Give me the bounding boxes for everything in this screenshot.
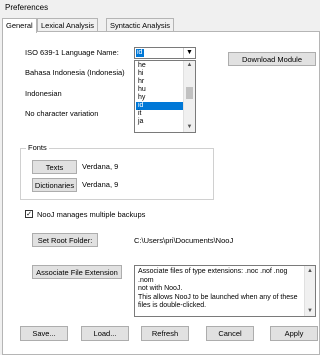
scroll-down-icon[interactable]: ▼	[305, 307, 315, 316]
description-line: files is double-clicked.	[138, 302, 207, 309]
scrollbar-thumb[interactable]	[186, 87, 193, 99]
language-name-label: ISO 639-1 Language Name:	[25, 48, 119, 57]
save-button[interactable]: Save...	[20, 326, 68, 341]
language-option-ja[interactable]: ja	[136, 118, 185, 126]
language-option-hu[interactable]: hu	[136, 86, 185, 94]
texts-font-button[interactable]: Texts	[32, 160, 77, 174]
description-scrollbar[interactable]: ▲ ▼	[304, 266, 315, 316]
multiple-backups-checkbox[interactable]: ✓	[25, 210, 33, 218]
dictionaries-font-value: Verdana, 9	[82, 180, 119, 189]
fonts-group-label: Fonts	[26, 143, 49, 152]
language-option-hy[interactable]: hy	[136, 94, 185, 102]
chevron-down-icon[interactable]: ▼	[183, 48, 195, 58]
scroll-up-icon[interactable]: ▲	[305, 267, 315, 276]
refresh-button[interactable]: Refresh	[141, 326, 189, 341]
checkmark-icon: ✓	[26, 211, 32, 218]
description-line: not with NooJ.	[138, 285, 183, 292]
language-dropdown-list[interactable]: he hi hr hu hy id it ja ▲ ▼	[134, 60, 196, 133]
language-full-name: Bahasa Indonesia (Indonesia)	[25, 68, 125, 77]
dictionaries-font-button[interactable]: Dictionaries	[32, 178, 77, 192]
character-variation-text: No character variation	[25, 109, 99, 118]
download-module-button[interactable]: Download Module	[228, 52, 316, 66]
set-root-folder-button[interactable]: Set Root Folder:	[32, 233, 98, 247]
texts-font-value: Verdana, 9	[82, 162, 119, 171]
window-title: Preferences	[5, 3, 49, 12]
scroll-up-icon[interactable]: ▲	[184, 61, 195, 70]
scroll-down-icon[interactable]: ▼	[184, 123, 195, 132]
fonts-groupbox: Fonts	[20, 143, 214, 200]
language-option-hr[interactable]: hr	[136, 78, 185, 86]
language-list-scrollbar[interactable]: ▲ ▼	[183, 61, 195, 132]
language-select-value: id	[136, 49, 144, 57]
tab-syntactic-analysis[interactable]: Syntactic Analysis	[106, 18, 175, 32]
cancel-button[interactable]: Cancel	[206, 326, 254, 341]
description-line: Associate files of type extensions: .noc…	[138, 268, 288, 284]
tab-lexical-analysis[interactable]: Lexical Analysis	[37, 18, 98, 32]
language-option-id[interactable]: id	[136, 102, 185, 110]
language-native-name: Indonesian	[25, 89, 62, 98]
multiple-backups-label: NooJ manages multiple backups	[37, 210, 146, 219]
load-button[interactable]: Load...	[81, 326, 129, 341]
description-line: This allows NooJ to be launched when any…	[138, 293, 298, 301]
apply-button[interactable]: Apply	[270, 326, 318, 341]
associate-file-extension-button[interactable]: Associate File Extension	[32, 265, 122, 279]
language-option-it[interactable]: it	[136, 110, 185, 118]
language-select[interactable]: id ▼	[134, 47, 196, 59]
language-option-he[interactable]: he	[136, 62, 185, 70]
language-option-hi[interactable]: hi	[136, 70, 185, 78]
root-folder-path: C:\Users\pri\Documents\NooJ	[134, 236, 234, 245]
file-extension-description: Associate files of type extensions: .noc…	[134, 265, 316, 317]
tab-general[interactable]: General	[2, 18, 37, 33]
